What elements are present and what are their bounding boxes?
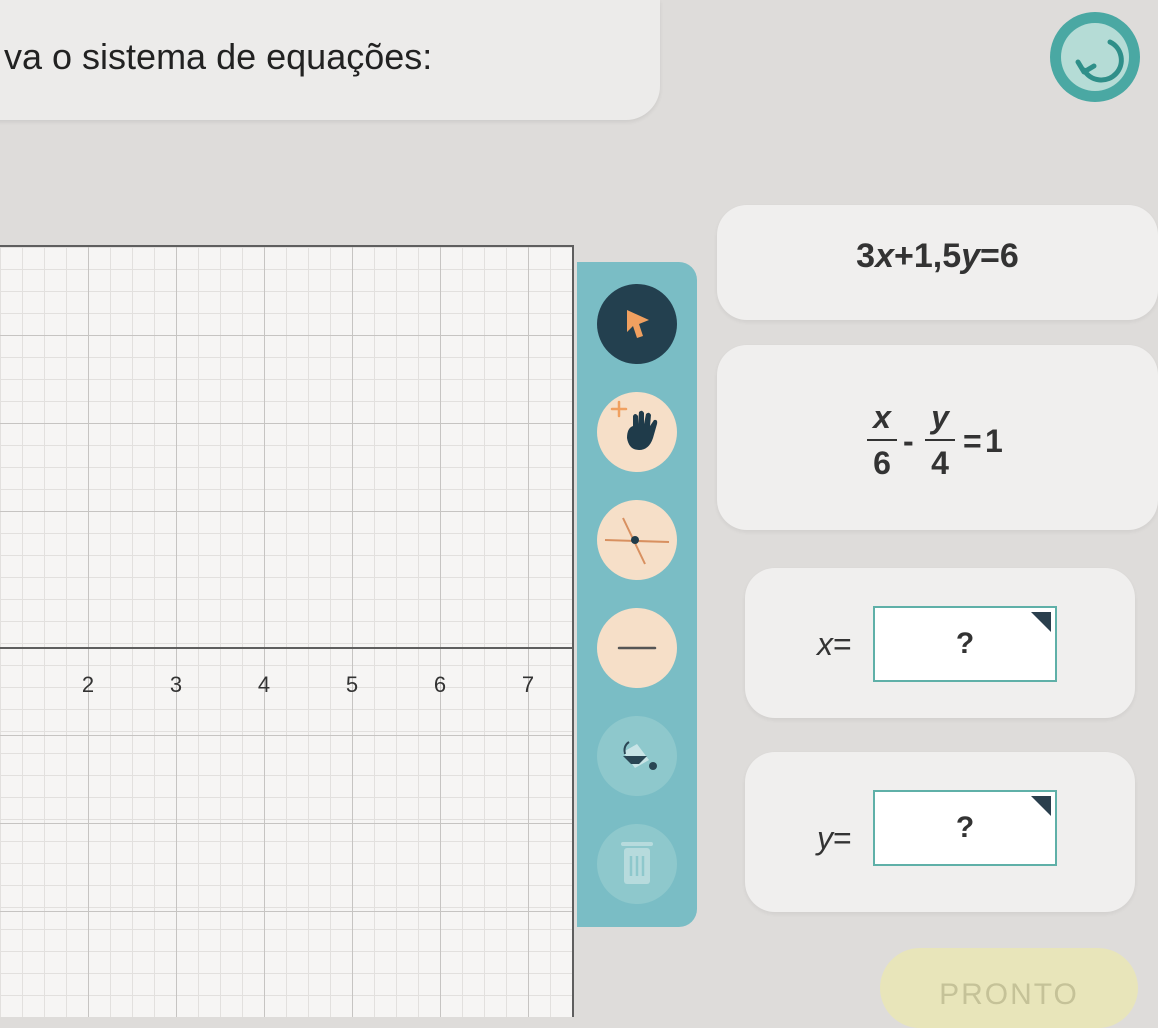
- answer-y-input[interactable]: ?: [873, 790, 1057, 866]
- grid-line: [176, 247, 177, 1017]
- grid-line: [440, 247, 441, 1017]
- eq2-rhs: 1: [985, 423, 1003, 459]
- grid-line: [0, 911, 572, 912]
- dropdown-corner-icon: [1031, 612, 1051, 632]
- eq1-coef-y: 1,5: [913, 237, 962, 275]
- grid-line: [0, 511, 572, 512]
- answer-y-equals: =: [833, 820, 852, 856]
- eq2-denominator-1: 6: [873, 445, 891, 481]
- grid-line: [352, 247, 353, 1017]
- prompt-text: va o sistema de equações:: [4, 36, 433, 77]
- x-axis: [0, 647, 572, 649]
- eq2-fraction-2: y 4: [925, 397, 955, 483]
- answer-x-value: ?: [955, 627, 975, 660]
- eq1-var-y: y: [961, 237, 981, 275]
- fraction-bar: [925, 439, 955, 441]
- x-tick-label: 2: [81, 672, 95, 697]
- answer-x-label: x=: [817, 626, 852, 663]
- line-tool-icon: [617, 646, 657, 650]
- pointer-tool-button[interactable]: [597, 284, 677, 364]
- answer-x-equals: =: [833, 626, 852, 662]
- grid-line: [0, 335, 572, 336]
- eq2-denominator-2: 4: [931, 445, 949, 481]
- paint-tool-button[interactable]: [597, 716, 677, 796]
- x-tick-label: 7: [521, 672, 535, 697]
- dropdown-corner-icon: [1031, 796, 1051, 816]
- x-tick-label: 4: [257, 672, 271, 697]
- eq1-var-x: x: [875, 237, 894, 275]
- done-button-label: PRONTO: [939, 978, 1079, 1011]
- move-hand-icon: [610, 400, 658, 450]
- equation-1: 3x+1,5y=6: [717, 237, 1158, 276]
- eq2-equals: =: [963, 423, 982, 459]
- answer-y-value: ?: [955, 811, 975, 844]
- answer-y-label: y=: [817, 820, 852, 857]
- fraction-bar: [867, 439, 897, 441]
- move-tool-button[interactable]: [597, 392, 677, 472]
- line-tool-button[interactable]: [597, 608, 677, 688]
- grid-line: [528, 247, 529, 1017]
- pointer-icon: [627, 310, 649, 338]
- trash-icon: [621, 842, 653, 884]
- eq2-numerator-1: x: [873, 399, 891, 435]
- equation-card-2: x 6 - y 4 = 1: [717, 345, 1158, 530]
- x-tick-label: 6: [433, 672, 447, 697]
- done-button[interactable]: PRONTO: [880, 948, 1138, 1028]
- eq2-numerator-2: y: [931, 399, 949, 435]
- reset-button[interactable]: [1050, 12, 1140, 102]
- prompt-card: va o sistema de equações:: [0, 0, 660, 120]
- x-tick-label: 5: [345, 672, 359, 697]
- grid-line: [88, 247, 89, 1017]
- graph-toolbar: [577, 262, 697, 927]
- eq1-plus: +: [894, 237, 914, 275]
- eq2-fraction-1: x 6: [867, 397, 897, 483]
- answer-x-var: x: [817, 626, 833, 662]
- eq1-equals: =: [980, 237, 1000, 275]
- trash-tool-button[interactable]: [597, 824, 677, 904]
- paint-bucket-icon: [623, 741, 657, 770]
- answer-x-input[interactable]: ?: [873, 606, 1057, 682]
- point-tool-icon: [604, 517, 670, 565]
- eq1-coef-x: 3: [856, 237, 876, 275]
- equation-card-1: 3x+1,5y=6: [717, 205, 1158, 320]
- graph-area[interactable]: 2 3 4 5 6 7: [0, 245, 574, 1017]
- eq2-minus: -: [903, 423, 914, 459]
- answer-card-y: y= ?: [745, 752, 1135, 912]
- grid-line: [0, 423, 572, 424]
- answer-card-x: x= ?: [745, 568, 1135, 718]
- point-tool-button[interactable]: [597, 500, 677, 580]
- grid-line: [264, 247, 265, 1017]
- eq1-rhs: 6: [999, 237, 1019, 275]
- grid-line: [0, 823, 572, 824]
- reset-arrow-icon: [1075, 39, 1124, 83]
- grid-line: [0, 735, 572, 736]
- x-tick-label: 3: [169, 672, 183, 697]
- answer-y-var: y: [817, 820, 833, 856]
